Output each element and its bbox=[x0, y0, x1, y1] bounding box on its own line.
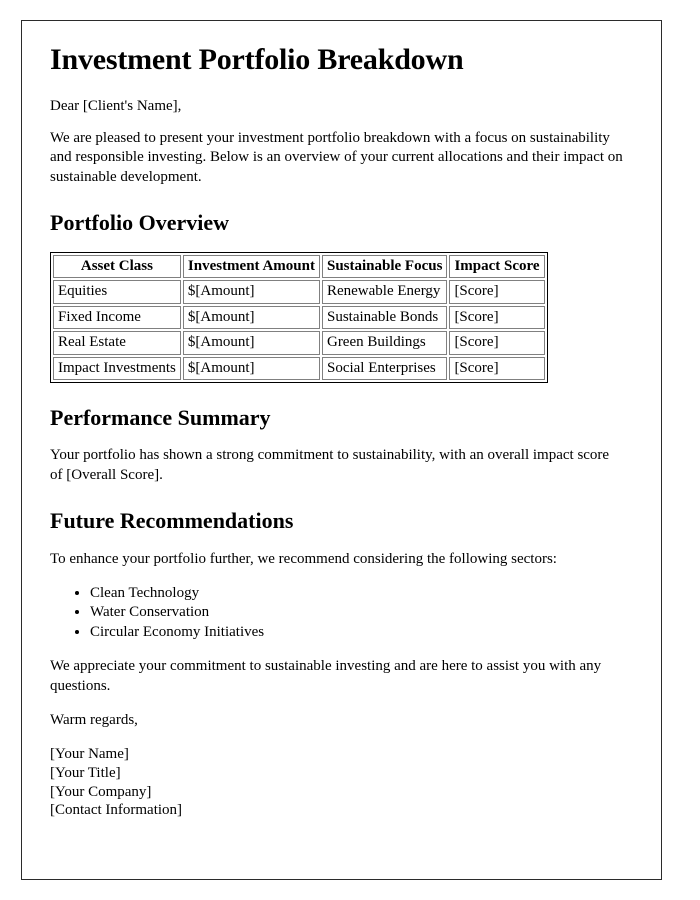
recommended-sectors-list: Clean Technology Water Conservation Circ… bbox=[50, 584, 624, 644]
list-item: Clean Technology bbox=[90, 584, 624, 604]
signature-title: [Your Title] bbox=[50, 764, 121, 781]
cell-impact-score: [Score] bbox=[449, 331, 545, 355]
cell-sustainable-focus: Green Buildings bbox=[321, 331, 448, 355]
list-item: Circular Economy Initiatives bbox=[90, 623, 624, 643]
performance-summary-paragraph: Your portfolio has shown a strong commit… bbox=[50, 447, 610, 484]
column-header-impact-score: Impact Score bbox=[449, 254, 545, 279]
closing-paragraph: We appreciate your commitment to sustain… bbox=[50, 658, 602, 695]
table-row: Impact Investments $[Amount] Social Ente… bbox=[53, 356, 545, 381]
cell-sustainable-focus: Social Enterprises bbox=[321, 356, 448, 381]
table-row: Equities $[Amount] Renewable Energy [Sco… bbox=[53, 280, 545, 304]
cell-investment-amount: $[Amount] bbox=[182, 331, 320, 355]
signature-block: [Your Name] [Your Title] [Your Company] … bbox=[50, 745, 624, 820]
cell-investment-amount: $[Amount] bbox=[182, 356, 320, 381]
column-header-sustainable-focus: Sustainable Focus bbox=[321, 254, 448, 279]
table-row: Fixed Income $[Amount] Sustainable Bonds… bbox=[53, 305, 545, 330]
cell-investment-amount: $[Amount] bbox=[182, 280, 320, 304]
recommendations-lead-in: To enhance your portfolio further, we re… bbox=[50, 550, 557, 567]
table-row: Real Estate $[Amount] Green Buildings [S… bbox=[53, 331, 545, 355]
page-title: Investment Portfolio Breakdown bbox=[50, 43, 464, 76]
cell-investment-amount: $[Amount] bbox=[182, 305, 320, 330]
salutation: Dear [Client's Name], bbox=[50, 97, 182, 114]
portfolio-overview-table: Asset Class Investment Amount Sustainabl… bbox=[50, 251, 548, 384]
cell-asset-class: Real Estate bbox=[53, 331, 181, 355]
section-heading-performance-summary: Performance Summary bbox=[50, 405, 271, 431]
column-header-investment-amount: Investment Amount bbox=[182, 254, 320, 279]
document-body: Investment Portfolio Breakdown Dear [Cli… bbox=[50, 43, 624, 820]
page-frame: Investment Portfolio Breakdown Dear [Cli… bbox=[21, 20, 662, 880]
list-item: Water Conservation bbox=[90, 603, 624, 623]
signature-company: [Your Company] bbox=[50, 783, 152, 800]
intro-paragraph: We are pleased to present your investmen… bbox=[50, 129, 623, 186]
cell-impact-score: [Score] bbox=[449, 356, 545, 381]
cell-sustainable-focus: Sustainable Bonds bbox=[321, 305, 448, 330]
valediction: Warm regards, bbox=[50, 712, 138, 729]
section-heading-portfolio-overview: Portfolio Overview bbox=[50, 210, 229, 236]
cell-asset-class: Fixed Income bbox=[53, 305, 181, 330]
signature-name: [Your Name] bbox=[50, 746, 129, 763]
cell-sustainable-focus: Renewable Energy bbox=[321, 280, 448, 304]
cell-impact-score: [Score] bbox=[449, 305, 545, 330]
cell-asset-class: Impact Investments bbox=[53, 356, 181, 381]
column-header-asset-class: Asset Class bbox=[53, 254, 181, 279]
table-header-row: Asset Class Investment Amount Sustainabl… bbox=[53, 254, 545, 279]
section-heading-future-recommendations: Future Recommendations bbox=[50, 508, 294, 534]
cell-asset-class: Equities bbox=[53, 280, 181, 304]
signature-contact: [Contact Information] bbox=[50, 802, 183, 819]
cell-impact-score: [Score] bbox=[449, 280, 545, 304]
